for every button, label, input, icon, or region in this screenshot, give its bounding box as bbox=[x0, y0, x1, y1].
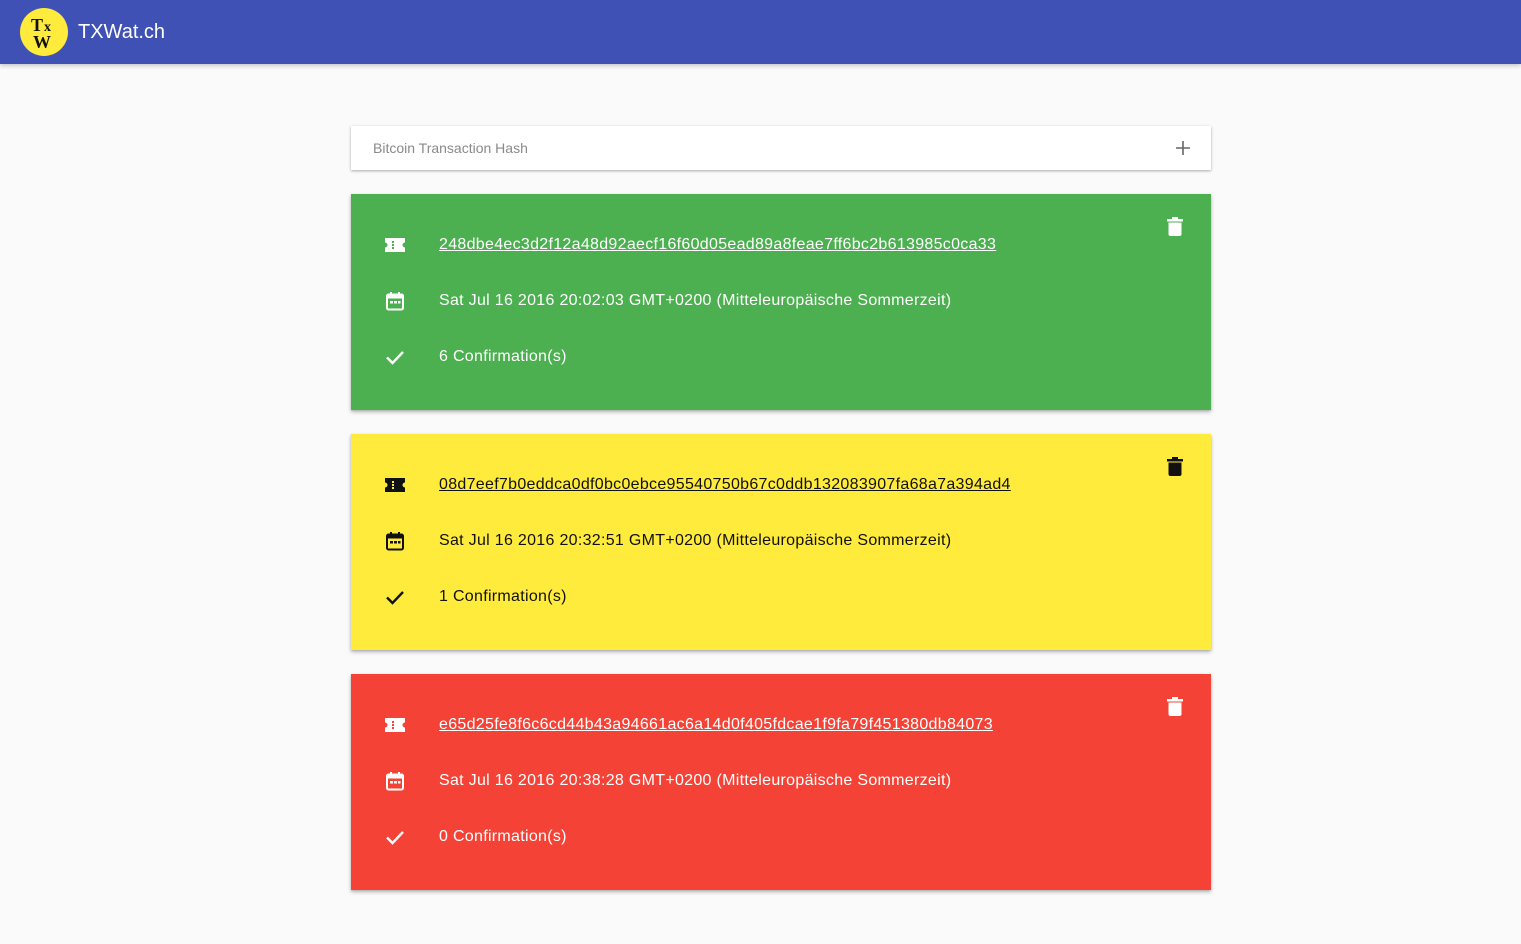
transaction-date: Sat Jul 16 2016 20:02:03 GMT+0200 (Mitte… bbox=[439, 292, 952, 309]
check-icon bbox=[383, 345, 407, 369]
delete-transaction-button[interactable] bbox=[1163, 454, 1187, 478]
check-icon bbox=[383, 825, 407, 849]
search-bar bbox=[351, 126, 1211, 170]
txw-logo-icon: T x W bbox=[31, 15, 51, 52]
transaction-hash-link[interactable]: 08d7eef7b0eddca0df0bc0ebce95540750b67c0d… bbox=[439, 476, 1011, 493]
trash-icon bbox=[1167, 696, 1183, 716]
delete-transaction-button[interactable] bbox=[1163, 694, 1187, 718]
transaction-hash-link[interactable]: 248dbe4ec3d2f12a48d92aecf16f60d05ead89a8… bbox=[439, 236, 996, 253]
transaction-hash-row: 248dbe4ec3d2f12a48d92aecf16f60d05ead89a8… bbox=[383, 233, 996, 257]
transaction-confirmations: 6 Confirmation(s) bbox=[439, 348, 567, 365]
transaction-card: e65d25fe8f6c6cd44b43a94661ac6a14d0f405fd… bbox=[351, 674, 1211, 890]
trash-icon bbox=[1167, 456, 1183, 476]
transaction-date-row: Sat Jul 16 2016 20:38:28 GMT+0200 (Mitte… bbox=[383, 769, 951, 793]
transaction-confirmations: 0 Confirmation(s) bbox=[439, 828, 567, 845]
transaction-hash-input[interactable] bbox=[373, 126, 1153, 170]
transaction-confirmations-row: 0 Confirmation(s) bbox=[383, 825, 567, 849]
transaction-date: Sat Jul 16 2016 20:32:51 GMT+0200 (Mitte… bbox=[439, 532, 952, 549]
trash-icon bbox=[1167, 216, 1183, 236]
transaction-confirmations-row: 6 Confirmation(s) bbox=[383, 345, 567, 369]
add-transaction-button[interactable] bbox=[1171, 136, 1195, 160]
ticket-icon bbox=[383, 713, 407, 737]
transaction-date: Sat Jul 16 2016 20:38:28 GMT+0200 (Mitte… bbox=[439, 772, 952, 789]
check-icon bbox=[383, 585, 407, 609]
app-bar: T x W TXWat.ch bbox=[0, 0, 1521, 64]
calendar-icon bbox=[383, 769, 407, 793]
calendar-icon bbox=[383, 529, 407, 553]
ticket-icon bbox=[383, 473, 407, 497]
transaction-confirmations: 1 Confirmation(s) bbox=[439, 588, 567, 605]
app-title[interactable]: TXWat.ch bbox=[78, 20, 165, 44]
transaction-hash-row: e65d25fe8f6c6cd44b43a94661ac6a14d0f405fd… bbox=[383, 713, 993, 737]
transaction-date-row: Sat Jul 16 2016 20:02:03 GMT+0200 (Mitte… bbox=[383, 289, 951, 313]
ticket-icon bbox=[383, 233, 407, 257]
transaction-card: 248dbe4ec3d2f12a48d92aecf16f60d05ead89a8… bbox=[351, 194, 1211, 410]
app-logo[interactable]: T x W bbox=[20, 8, 68, 56]
transaction-hash-row: 08d7eef7b0eddca0df0bc0ebce95540750b67c0d… bbox=[383, 473, 1011, 497]
delete-transaction-button[interactable] bbox=[1163, 214, 1187, 238]
transaction-confirmations-row: 1 Confirmation(s) bbox=[383, 585, 567, 609]
transaction-card: 08d7eef7b0eddca0df0bc0ebce95540750b67c0d… bbox=[351, 434, 1211, 650]
transaction-hash-link[interactable]: e65d25fe8f6c6cd44b43a94661ac6a14d0f405fd… bbox=[439, 716, 993, 733]
svg-text:W: W bbox=[33, 32, 51, 52]
calendar-icon bbox=[383, 289, 407, 313]
transaction-date-row: Sat Jul 16 2016 20:32:51 GMT+0200 (Mitte… bbox=[383, 529, 951, 553]
plus-icon bbox=[1176, 141, 1190, 155]
